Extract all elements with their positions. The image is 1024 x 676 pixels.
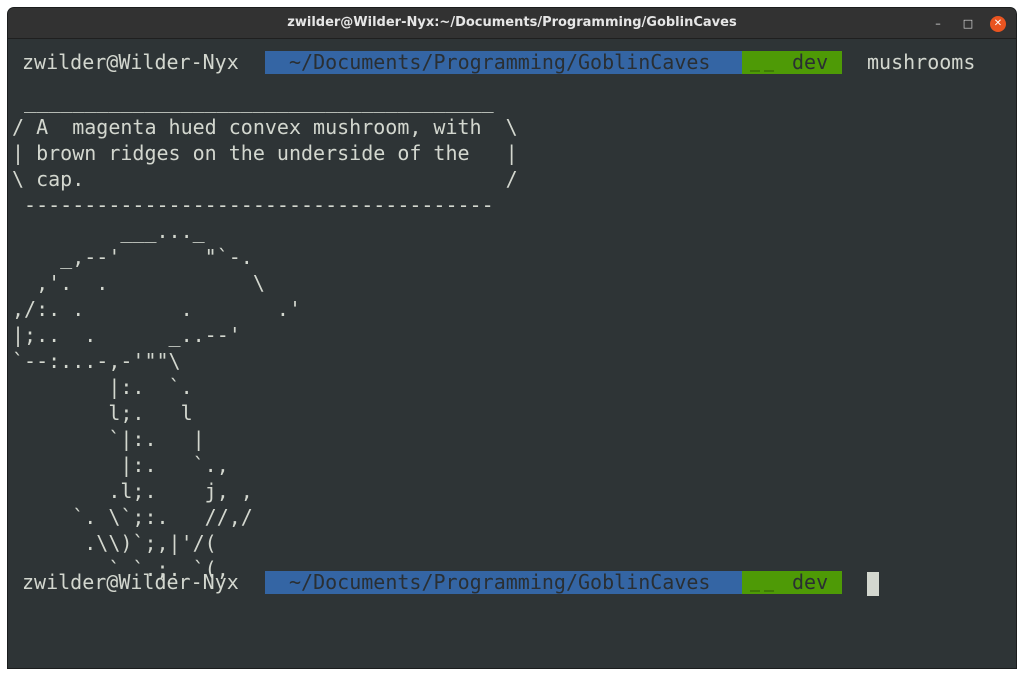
text-cursor[interactable] (867, 572, 879, 596)
prompt-git-segment: dev (742, 571, 842, 594)
output-line: |;.. . _..--' (12, 323, 241, 347)
output-line: ,'. . \ (12, 271, 265, 295)
prompt-directory-segment: ~/Documents/Programming/GoblinCaves (265, 51, 742, 74)
git-branch-icon (750, 70, 774, 72)
command-text: mushrooms (867, 50, 976, 74)
output-line: --------------------------------------- (12, 193, 494, 217)
prompt-directory: ~/Documents/Programming/GoblinCaves (289, 50, 711, 74)
output-line: l;. l (12, 401, 193, 425)
maximize-button[interactable]: □ (960, 16, 976, 32)
output-line: `--:...-,-'""\ (12, 349, 181, 373)
output-line: _,--' "`-. (12, 245, 253, 269)
terminal-window: zwilder@Wilder-Nyx:~/Documents/Programmi… (8, 8, 1016, 668)
terminal-content[interactable]: zwilder@Wilder-Nyx ~/Documents/Programmi… (8, 39, 1016, 668)
prompt-branch: dev (792, 570, 829, 594)
prompt-directory: ~/Documents/Programming/GoblinCaves (289, 570, 711, 594)
window-title: zwilder@Wilder-Nyx:~/Documents/Programmi… (287, 15, 737, 30)
prompt-user-host: zwilder@Wilder-Nyx (22, 50, 239, 74)
prompt-directory-segment: ~/Documents/Programming/GoblinCaves (265, 571, 742, 594)
output-line: .\\)`;,|'/( (12, 531, 217, 555)
output-line: \ cap. / (12, 167, 518, 191)
output-line: |:. `., (12, 453, 229, 477)
output-line: | brown ridges on the underside of the | (12, 141, 518, 165)
prompt-line: zwilder@Wilder-Nyx ~/Documents/Programmi… (12, 49, 1012, 75)
git-branch-icon (750, 590, 774, 592)
minimize-button[interactable]: – (930, 16, 946, 32)
output-line: _______________________________________ (12, 89, 494, 113)
output-line: `. \`;:. //,/ (12, 505, 253, 529)
prompt-user-host: zwilder@Wilder-Nyx (22, 570, 239, 594)
output-line: |:. `. (12, 375, 193, 399)
prompt-line: zwilder@Wilder-Nyx ~/Documents/Programmi… (12, 569, 1012, 596)
title-bar[interactable]: zwilder@Wilder-Nyx:~/Documents/Programmi… (8, 8, 1016, 39)
prompt-branch: dev (792, 50, 829, 74)
close-button[interactable]: ✕ (990, 16, 1006, 32)
output-line: ___..._ (12, 219, 205, 243)
output-line: `|:. | (12, 427, 205, 451)
output-line: .l;. j, , (12, 479, 253, 503)
output-line: / A magenta hued convex mushroom, with \ (12, 115, 518, 139)
prompt-git-segment: dev (742, 51, 842, 74)
output-line: ,/:. . . .' (12, 297, 301, 321)
